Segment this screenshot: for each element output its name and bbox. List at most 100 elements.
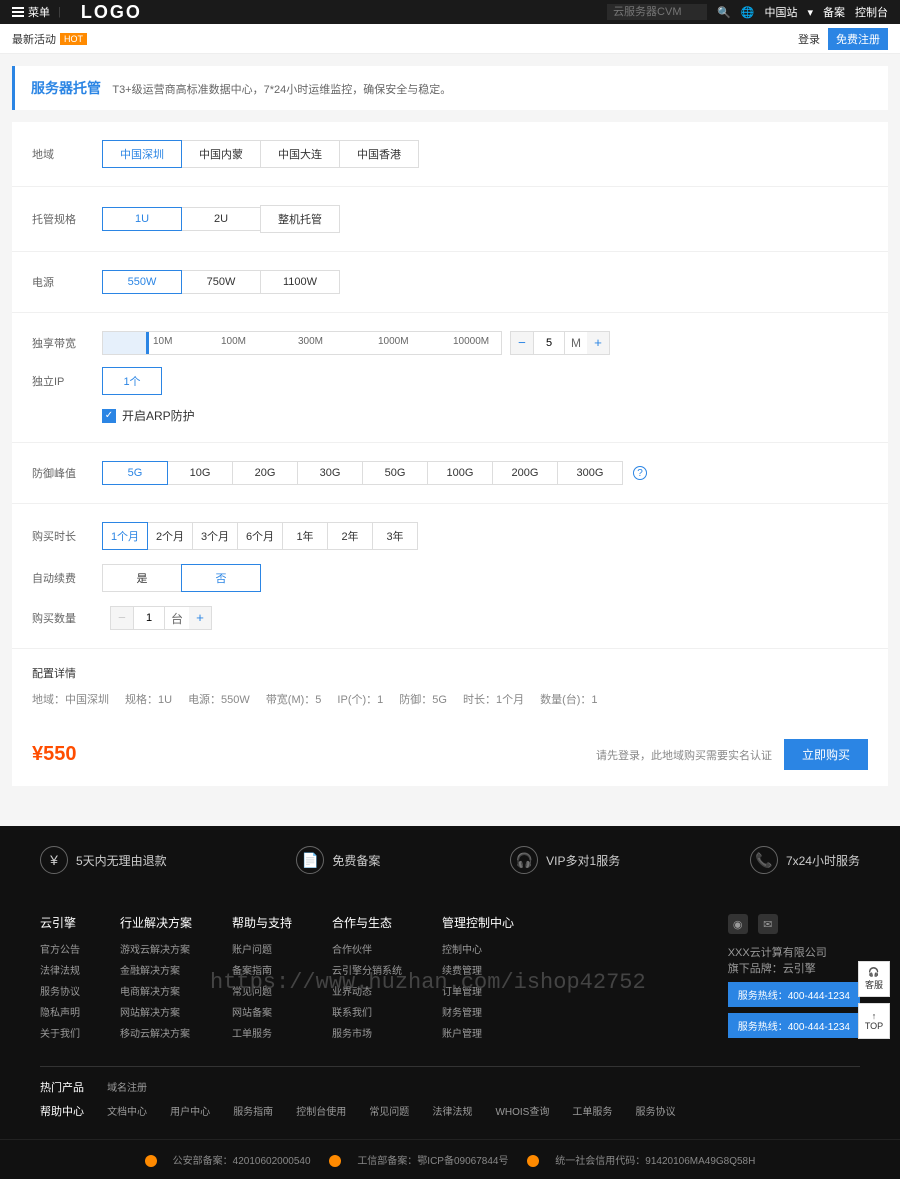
footer-link[interactable]: 服务协议: [40, 983, 80, 998]
defense-opt-30g[interactable]: 30G: [297, 461, 363, 485]
duration-opt-3y[interactable]: 3年: [372, 522, 418, 550]
footer-link[interactable]: 工单服务: [572, 1107, 612, 1118]
search-icon[interactable]: 🔍: [717, 6, 731, 19]
footer-link[interactable]: 网站备案: [232, 1004, 292, 1019]
footer-link[interactable]: 业界动态: [332, 983, 402, 998]
menu-button[interactable]: 菜单: [12, 4, 50, 20]
footer-link[interactable]: 控制台使用: [296, 1107, 346, 1118]
defense-opt-100g[interactable]: 100G: [427, 461, 493, 485]
footer-link[interactable]: 游戏云解决方案: [120, 941, 192, 956]
defense-opt-200g[interactable]: 200G: [492, 461, 558, 485]
footer-link[interactable]: 域名注册: [107, 1083, 147, 1094]
console-link[interactable]: 控制台: [855, 4, 888, 20]
footer-link[interactable]: WHOIS查询: [495, 1107, 549, 1118]
beian-link[interactable]: 备案: [823, 4, 845, 20]
feature-247: 📞7x24小时服务: [750, 846, 860, 874]
duration-opt-2m[interactable]: 2个月: [147, 522, 193, 550]
footer-link[interactable]: 用户中心: [170, 1107, 210, 1118]
footer-link[interactable]: 关于我们: [40, 1025, 80, 1040]
bandwidth-plus[interactable]: +: [587, 332, 609, 354]
footer-link[interactable]: 云引擎分销系统: [332, 962, 402, 977]
spec-opt-2u[interactable]: 2U: [181, 207, 261, 231]
defense-opt-20g[interactable]: 20G: [232, 461, 298, 485]
qty-plus[interactable]: +: [189, 607, 211, 629]
renew-opt-no[interactable]: 否: [181, 564, 261, 592]
power-opt-750[interactable]: 750W: [181, 270, 261, 294]
buy-button[interactable]: 立即购买: [784, 739, 868, 770]
footer-link[interactable]: 官方公告: [40, 941, 80, 956]
defense-opt-50g[interactable]: 50G: [362, 461, 428, 485]
ip-label: 独立IP: [32, 373, 102, 389]
qty-minus[interactable]: −: [111, 607, 133, 629]
region-opt-dalian[interactable]: 中国大连: [260, 140, 340, 168]
qty-value[interactable]: [133, 607, 165, 629]
bandwidth-value[interactable]: [533, 332, 565, 354]
defense-opt-10g[interactable]: 10G: [167, 461, 233, 485]
footer-link[interactable]: 隐私声明: [40, 1004, 80, 1019]
footer-link[interactable]: 服务协议: [635, 1107, 675, 1118]
footer-link[interactable]: 文档中心: [107, 1107, 147, 1118]
renew-label: 自动续费: [32, 570, 102, 586]
feature-beian: 📄免费备案: [296, 846, 380, 874]
region-selector[interactable]: 中国站: [764, 4, 797, 20]
duration-opt-3m[interactable]: 3个月: [192, 522, 238, 550]
power-label: 电源: [32, 274, 102, 290]
activity-link[interactable]: 最新活动: [12, 31, 56, 47]
footer-link[interactable]: 联系我们: [332, 1004, 402, 1019]
footer-link[interactable]: 常见问题: [369, 1107, 409, 1118]
renew-opt-yes[interactable]: 是: [102, 564, 182, 592]
footer-link[interactable]: 订单管理: [442, 983, 514, 998]
page-desc: T3+级运营商高标准数据中心，7*24小时运维监控，确保安全与稳定。: [112, 84, 451, 96]
footer-link[interactable]: 服务市场: [332, 1025, 402, 1040]
duration-opt-6m[interactable]: 6个月: [237, 522, 283, 550]
footer-link[interactable]: 法律法规: [432, 1107, 472, 1118]
footer-link[interactable]: 控制中心: [442, 941, 514, 956]
duration-opt-1m[interactable]: 1个月: [102, 522, 148, 550]
ip-opt-1[interactable]: 1个: [102, 367, 162, 395]
hotline-2: 服务热线：400-444-1234: [728, 1013, 860, 1038]
footer-link[interactable]: 备案指南: [232, 962, 292, 977]
headset-icon: 🎧: [868, 967, 879, 978]
footer-link[interactable]: 账户管理: [442, 1025, 514, 1040]
spec-opt-whole[interactable]: 整机托管: [260, 205, 340, 233]
footer-link[interactable]: 续费管理: [442, 962, 514, 977]
footer-link[interactable]: 工单服务: [232, 1025, 292, 1040]
region-opt-neimeng[interactable]: 中国内蒙: [181, 140, 261, 168]
bandwidth-minus[interactable]: −: [511, 332, 533, 354]
footer-link[interactable]: 财务管理: [442, 1004, 514, 1019]
defense-opt-300g[interactable]: 300G: [557, 461, 623, 485]
footer-link[interactable]: 移动云解决方案: [120, 1025, 192, 1040]
footer-link[interactable]: 网站解决方案: [120, 1004, 192, 1019]
footer-link[interactable]: 法律法规: [40, 962, 80, 977]
phone-icon: 📞: [750, 846, 778, 874]
power-opt-1100[interactable]: 1100W: [260, 270, 340, 294]
arp-checkbox[interactable]: ✓: [102, 409, 116, 423]
defense-opt-5g[interactable]: 5G: [102, 461, 168, 485]
globe-icon: 🌐: [741, 6, 755, 19]
logo[interactable]: LOGO: [81, 2, 142, 23]
register-button[interactable]: 免费注册: [828, 28, 888, 50]
help-icon[interactable]: ?: [633, 466, 647, 480]
top-button[interactable]: ↑TOP: [858, 1003, 890, 1039]
duration-opt-2y[interactable]: 2年: [327, 522, 373, 550]
duration-opt-1y[interactable]: 1年: [282, 522, 328, 550]
kefu-button[interactable]: 🎧客服: [858, 961, 890, 997]
footer-link[interactable]: 账户问题: [232, 941, 292, 956]
weibo-icon[interactable]: ◉: [728, 914, 748, 934]
bandwidth-slider[interactable]: 10M 100M 300M 1000M 10000M: [102, 331, 502, 355]
page-title: 服务器托管: [31, 80, 101, 96]
power-opt-550[interactable]: 550W: [102, 270, 182, 294]
headset-icon: 🎧: [510, 846, 538, 874]
region-opt-shenzhen[interactable]: 中国深圳: [102, 140, 182, 168]
login-link[interactable]: 登录: [798, 31, 820, 47]
footer-link[interactable]: 常见问题: [232, 983, 292, 998]
footer-link[interactable]: 电商解决方案: [120, 983, 192, 998]
footer-link[interactable]: 合作伙伴: [332, 941, 402, 956]
spec-opt-1u[interactable]: 1U: [102, 207, 182, 231]
search-input[interactable]: [607, 4, 707, 20]
mail-icon[interactable]: ✉: [758, 914, 778, 934]
region-opt-hongkong[interactable]: 中国香港: [339, 140, 419, 168]
footer-link[interactable]: 金融解决方案: [120, 962, 192, 977]
summary-label: 配置详情: [32, 665, 868, 681]
footer-link[interactable]: 服务指南: [233, 1107, 273, 1118]
